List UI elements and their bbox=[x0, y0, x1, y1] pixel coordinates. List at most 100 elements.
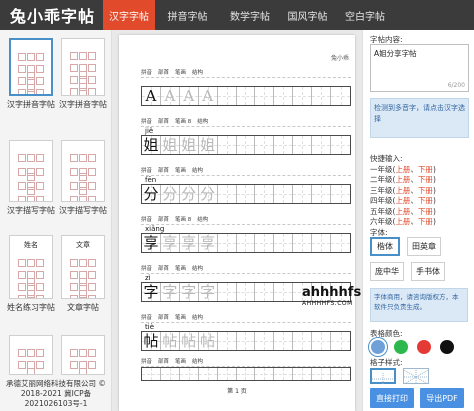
char-cell[interactable]: 帖 bbox=[142, 332, 161, 350]
trace-cell: 享 bbox=[198, 234, 218, 252]
font-shoushu-button[interactable]: 手书体 bbox=[411, 262, 445, 281]
copyright-line[interactable]: 2018-2021 冀ICP备 bbox=[0, 389, 112, 399]
settings-panel: 字帖内容: A姐分享字帖 6/200 检测到多音字，请点击汉字选择 快捷输入: … bbox=[362, 30, 474, 411]
grade-up-link[interactable]: 上册 bbox=[395, 186, 410, 195]
grade-down-link[interactable]: 下册 bbox=[418, 165, 433, 174]
trace-cell: 分 bbox=[179, 185, 199, 203]
empty-cell bbox=[255, 185, 275, 203]
template-item-extra-1[interactable] bbox=[5, 335, 57, 375]
pinyin-text: jiě bbox=[145, 127, 154, 135]
template-thumbnail[interactable]: 文章 bbox=[61, 235, 105, 299]
char-grid-row bbox=[141, 367, 351, 381]
grade-row-4: 四年级(上册、下册) bbox=[370, 196, 436, 205]
stroke-label: 笔画 bbox=[175, 70, 187, 76]
char-counter: 6/200 bbox=[447, 82, 465, 89]
template-thumbnail[interactable] bbox=[61, 140, 105, 202]
empty-cell bbox=[255, 87, 275, 105]
template-item-extra-2[interactable] bbox=[57, 335, 109, 375]
print-button[interactable]: 直接打印 bbox=[370, 388, 414, 408]
char-grid-row: A A A A bbox=[141, 86, 351, 106]
quick-input-section: 快捷输入: 一年级(上册、下册) 二年级(上册、下册) 三年级(上册、下册) 四… bbox=[370, 154, 436, 238]
template-thumbnail[interactable] bbox=[61, 38, 105, 96]
color-swatch-red[interactable] bbox=[417, 340, 431, 354]
empty-cell bbox=[274, 332, 294, 350]
radical-label: 部首 bbox=[158, 70, 170, 76]
structure-label: 结构 bbox=[197, 119, 209, 125]
color-swatch-black[interactable] bbox=[440, 340, 454, 354]
empty-cell bbox=[217, 368, 237, 380]
grid-style-tianzige-option[interactable] bbox=[370, 368, 396, 385]
empty-cell bbox=[179, 368, 199, 380]
template-thumbnail[interactable] bbox=[9, 335, 53, 375]
empty-cell bbox=[274, 185, 294, 203]
color-swatch-green[interactable] bbox=[394, 340, 408, 354]
grade-row-3: 三年级(上册、下册) bbox=[370, 185, 436, 195]
char-block-header: 拼音 部首 笔画 结构 bbox=[141, 264, 351, 274]
app-logo[interactable]: 兔小乖字帖 bbox=[0, 3, 100, 27]
grade-down-link[interactable]: 下册 bbox=[418, 175, 433, 184]
template-label: 汉字拼音字帖 bbox=[59, 100, 107, 109]
tab-guofeng-copybook[interactable]: 国风字帖 bbox=[280, 0, 335, 30]
template-thumbnail[interactable] bbox=[9, 38, 53, 96]
empty-cell bbox=[198, 368, 218, 380]
preview-area: 兔小乖 拼音 部首 笔画 结构 A A A A 拼音 部首 笔画 8 结构 ji… bbox=[112, 30, 362, 411]
char-cell[interactable]: 字 bbox=[142, 283, 161, 301]
grade-up-link[interactable]: 上册 bbox=[395, 175, 410, 184]
grade-up-link[interactable]: 上册 bbox=[395, 207, 410, 216]
grade-down-link[interactable]: 下册 bbox=[418, 217, 433, 226]
grade-down-link[interactable]: 下册 bbox=[418, 186, 433, 195]
tab-math-copybook[interactable]: 数学字帖 bbox=[220, 0, 280, 30]
grade-up-link[interactable]: 上册 bbox=[395, 196, 410, 205]
content-textarea[interactable]: A姐分享字帖 6/200 bbox=[370, 44, 469, 92]
grade-up-link[interactable]: 上册 bbox=[395, 217, 410, 226]
grid-style-mizige-option[interactable] bbox=[403, 368, 429, 385]
char-cell[interactable]: 分 bbox=[142, 185, 161, 203]
empty-cell bbox=[312, 332, 332, 350]
copybook-page: 兔小乖 拼音 部首 笔画 结构 A A A A 拼音 部首 笔画 8 结构 ji… bbox=[119, 35, 355, 411]
tab-blank-copybook[interactable]: 空白字帖 bbox=[335, 0, 395, 30]
trace-cell: A bbox=[160, 87, 180, 105]
char-block-header: 拼音 部首 笔画 结构 bbox=[141, 68, 351, 78]
template-item-hanzi-trace-2[interactable]: 汉字描写字帖 bbox=[57, 140, 109, 216]
template-item-article[interactable]: 文章 文章字帖 bbox=[57, 235, 109, 313]
copyright-line: 承德艾丽网络科技有限公司 © bbox=[6, 379, 106, 388]
structure-label: 结构 bbox=[192, 266, 204, 272]
stroke-label: 笔画 8 bbox=[175, 119, 192, 125]
grade-down-link[interactable]: 下册 bbox=[418, 196, 433, 205]
template-item-hanzi-pinyin-1[interactable]: 汉字拼音字帖 bbox=[5, 38, 57, 110]
template-item-hanzi-trace-1[interactable]: 汉字描写字帖 bbox=[5, 140, 57, 216]
tab-chinese-copybook[interactable]: 汉字字帖 bbox=[103, 0, 155, 30]
char-cell[interactable]: 姐 bbox=[142, 136, 161, 154]
template-thumbnail[interactable]: 姓名 bbox=[9, 235, 53, 299]
app-root: 兔小乖字帖 汉字字帖 拼音字帖 数学字帖 国风字帖 空白字帖 汉字拼音字帖 汉字… bbox=[0, 0, 474, 411]
char-cell[interactable]: 享 bbox=[142, 234, 161, 252]
grade-down-link[interactable]: 下册 bbox=[418, 207, 433, 216]
grade-name: 四年级 bbox=[370, 196, 393, 205]
grade-up-link[interactable]: 上册 bbox=[395, 165, 410, 174]
font-tianyingzhang-button[interactable]: 田英章 bbox=[407, 237, 441, 256]
char-block: 拼音 部首 笔画 8 结构 jiě 姐 姐 姐 姐 bbox=[141, 117, 351, 155]
grade-name: 三年级 bbox=[370, 185, 393, 195]
font-kaiti-button[interactable]: 楷体 bbox=[370, 237, 400, 256]
trace-cell: A bbox=[198, 87, 218, 105]
grade-row-2: 二年级(上册、下册) bbox=[370, 175, 436, 184]
template-label: 汉字拼音字帖 bbox=[7, 100, 55, 109]
stroke-label: 笔画 8 bbox=[175, 217, 192, 223]
font-pangzhonghua-button[interactable]: 庞中华 bbox=[370, 262, 404, 281]
export-pdf-button[interactable]: 导出PDF bbox=[420, 388, 464, 408]
template-item-hanzi-pinyin-2[interactable]: 汉字拼音字帖 bbox=[57, 38, 109, 110]
tab-pinyin-copybook[interactable]: 拼音字帖 bbox=[155, 0, 220, 30]
watermark-logo-text: ahhhhfs bbox=[302, 285, 362, 300]
grade-row-5: 五年级(上册、下册) bbox=[370, 206, 436, 216]
empty-cell bbox=[236, 332, 256, 350]
template-thumbnail[interactable] bbox=[61, 335, 105, 375]
thumbnail-name-caption: 姓名 bbox=[24, 241, 38, 249]
icp-number[interactable]: 2021026103号-1 bbox=[0, 399, 112, 409]
empty-cell bbox=[236, 283, 256, 301]
structure-label: 结构 bbox=[192, 315, 204, 321]
template-item-name-practice[interactable]: 姓名 姓名练习字帖 bbox=[5, 235, 57, 313]
radical-label: 部首 bbox=[158, 217, 170, 223]
color-swatch-blue[interactable] bbox=[371, 340, 385, 354]
structure-label: 结构 bbox=[192, 70, 204, 76]
template-thumbnail[interactable] bbox=[9, 140, 53, 202]
